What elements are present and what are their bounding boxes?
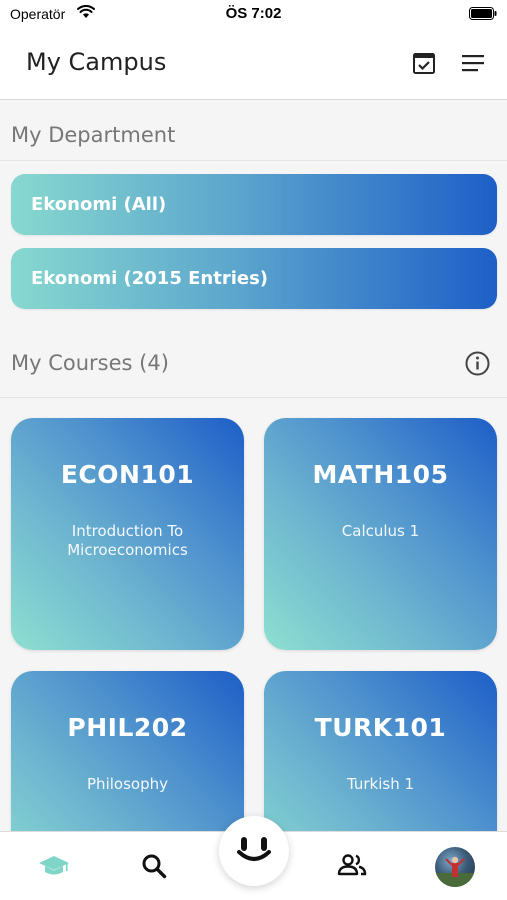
info-icon[interactable] (465, 351, 490, 376)
profile-photo-icon (435, 856, 475, 887)
tab-people[interactable] (322, 832, 382, 900)
graduation-cap-icon (39, 856, 69, 875)
course-name: Calculus 1 (341, 522, 420, 540)
search-icon (142, 854, 167, 879)
chat-button[interactable] (219, 816, 289, 886)
chat-face-icon (237, 837, 271, 861)
page-title: My Campus (26, 48, 167, 76)
status-time: ÖS 7:02 (225, 5, 282, 22)
department-button-ekonomi-2015[interactable]: Ekonomi (2015 Entries) (11, 248, 497, 309)
course-name: Philosophy (87, 775, 168, 793)
course-name: Turkish 1 (346, 775, 415, 793)
calendar-check-icon[interactable] (412, 51, 436, 75)
course-code: ECON101 (60, 460, 195, 489)
course-code: TURK101 (314, 713, 447, 742)
course-card-econ101[interactable]: ECON101 Introduction To Microeconomics (11, 418, 244, 650)
battery-icon (469, 7, 497, 20)
people-icon (337, 854, 367, 876)
course-code: MATH105 (312, 460, 449, 489)
courses-section-title: My Courses (4) (11, 351, 169, 375)
status-bar: Operatör ÖS 7:02 (0, 0, 507, 28)
menu-icon[interactable] (461, 53, 485, 73)
course-name: Introduction To Microeconomics (67, 522, 188, 559)
avatar[interactable] (435, 847, 475, 887)
tab-search[interactable] (124, 832, 184, 900)
divider (0, 397, 507, 398)
tab-campus[interactable] (24, 832, 84, 900)
department-section-title: My Department (11, 123, 176, 147)
divider (0, 160, 507, 161)
department-button-ekonomi-all[interactable]: Ekonomi (All) (11, 174, 497, 235)
course-code: PHIL202 (67, 713, 188, 742)
app-header: My Campus (0, 28, 507, 100)
course-card-math105[interactable]: MATH105 Calculus 1 (264, 418, 497, 650)
